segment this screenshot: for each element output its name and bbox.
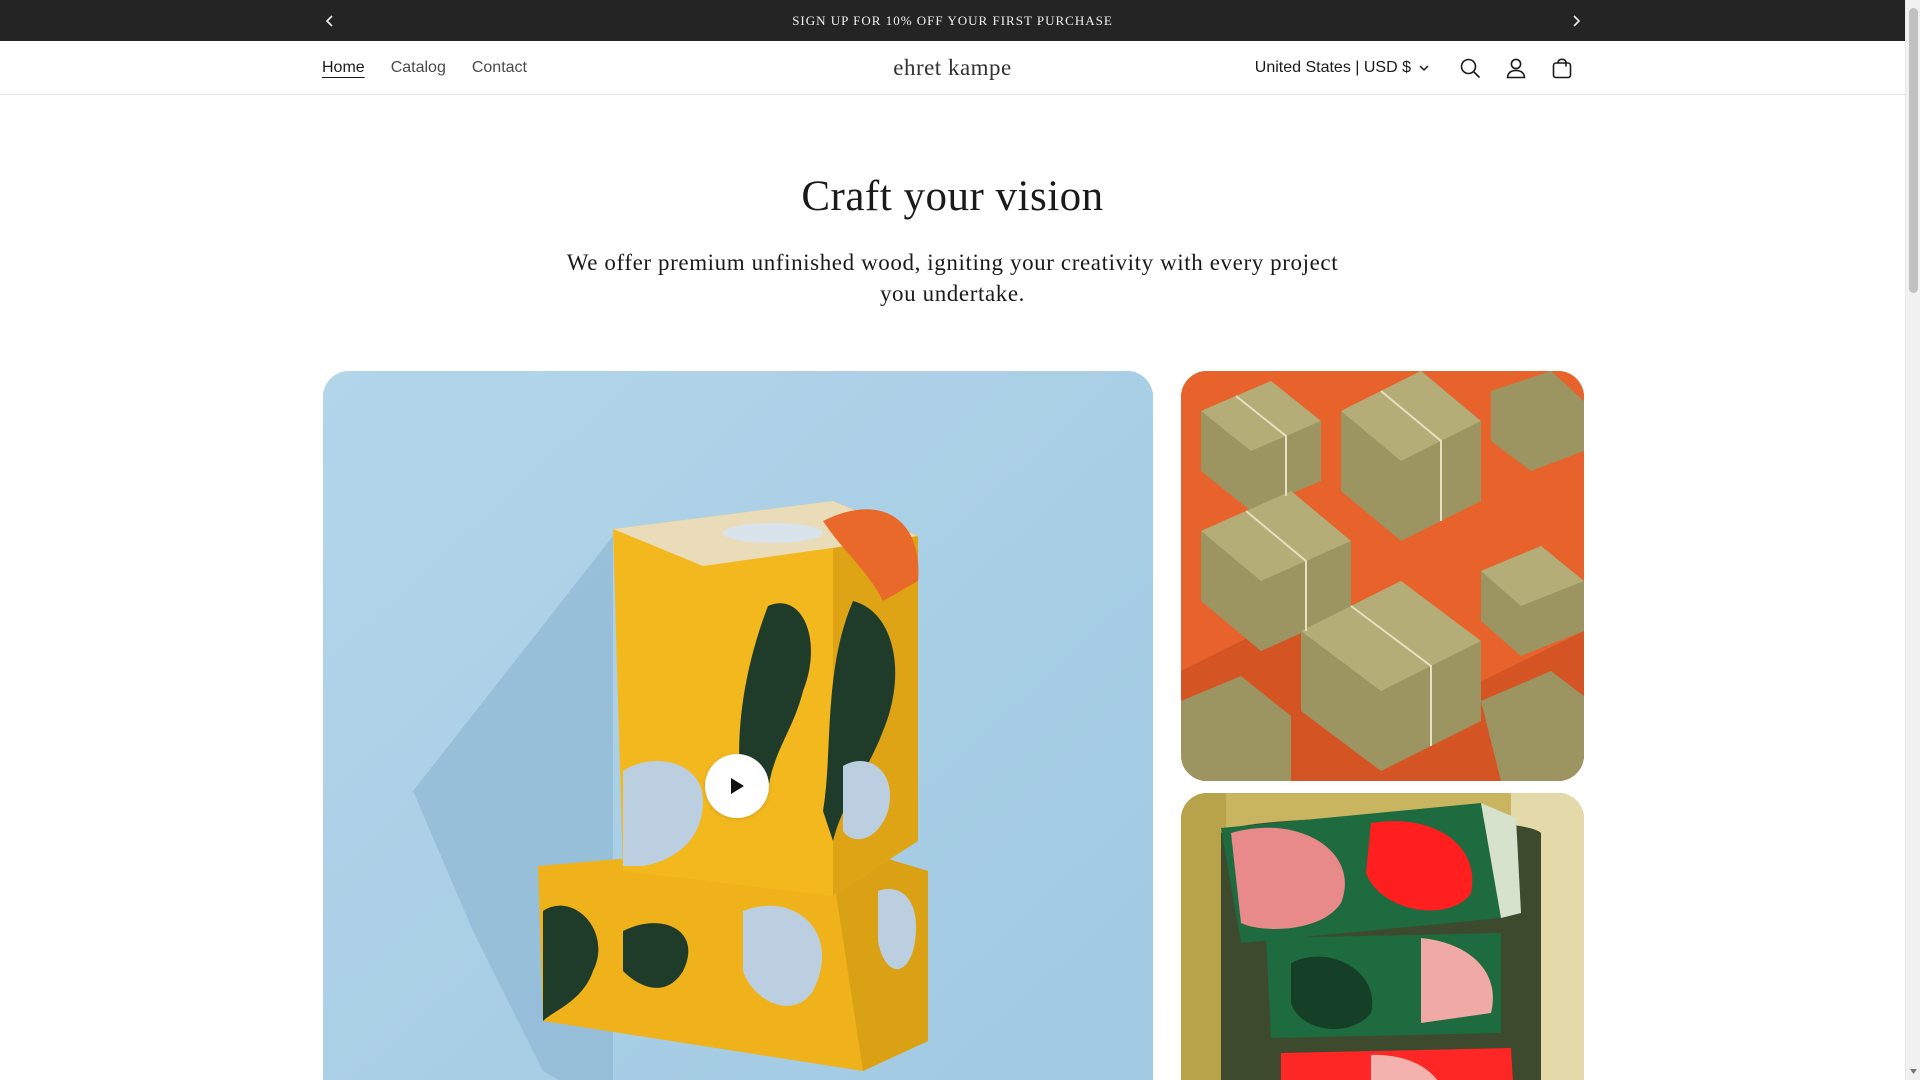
hero-subtitle: We offer premium unfinished wood, igniti… xyxy=(566,250,1339,306)
account-icon xyxy=(1506,58,1526,78)
cart-button[interactable] xyxy=(1539,45,1585,91)
patterned-boxes-illustration xyxy=(1181,793,1584,1080)
store-logo-wrapper: ehret kampe xyxy=(0,41,1905,95)
nav-contact[interactable]: Contact xyxy=(472,59,527,77)
country-currency-selector[interactable]: United States | USD $ xyxy=(1255,59,1429,77)
nav-home[interactable]: Home xyxy=(322,59,365,77)
announcement-next-button[interactable] xyxy=(1555,0,1596,41)
header-actions: United States | USD $ xyxy=(1255,41,1585,95)
site-header: Home Catalog Contact ehret kampe United … xyxy=(0,41,1905,95)
play-video-button[interactable] xyxy=(705,754,769,818)
main-nav: Home Catalog Contact xyxy=(322,41,527,95)
account-button[interactable] xyxy=(1493,45,1539,91)
announcement-text[interactable]: SIGN UP FOR 10% OFF YOUR FIRST PURCHASE xyxy=(0,0,1905,41)
chevron-right-icon xyxy=(1572,14,1580,27)
store-logo[interactable]: ehret kampe xyxy=(893,55,1012,81)
holding-boxes-image xyxy=(1181,793,1584,1080)
scroll-down-icon[interactable] xyxy=(1909,1067,1918,1076)
page-scrollbar[interactable] xyxy=(1905,0,1920,1080)
stacked-boxes-image xyxy=(323,371,1153,1080)
scrollbar-thumb[interactable] xyxy=(1909,8,1918,293)
play-icon xyxy=(731,778,744,794)
hero-title: Craft your vision xyxy=(801,173,1104,220)
nav-catalog[interactable]: Catalog xyxy=(391,59,446,77)
chevron-down-icon xyxy=(1419,64,1429,71)
search-icon xyxy=(1460,58,1480,78)
cart-icon xyxy=(1552,57,1572,78)
search-button[interactable] xyxy=(1447,45,1493,91)
hero-video[interactable] xyxy=(323,371,1153,1080)
kraft-boxes-illustration xyxy=(1181,371,1584,781)
country-currency-label: United States | USD $ xyxy=(1254,59,1411,76)
gift-boxes-image xyxy=(1181,371,1584,781)
announcement-bar: SIGN UP FOR 10% OFF YOUR FIRST PURCHASE xyxy=(0,0,1905,41)
